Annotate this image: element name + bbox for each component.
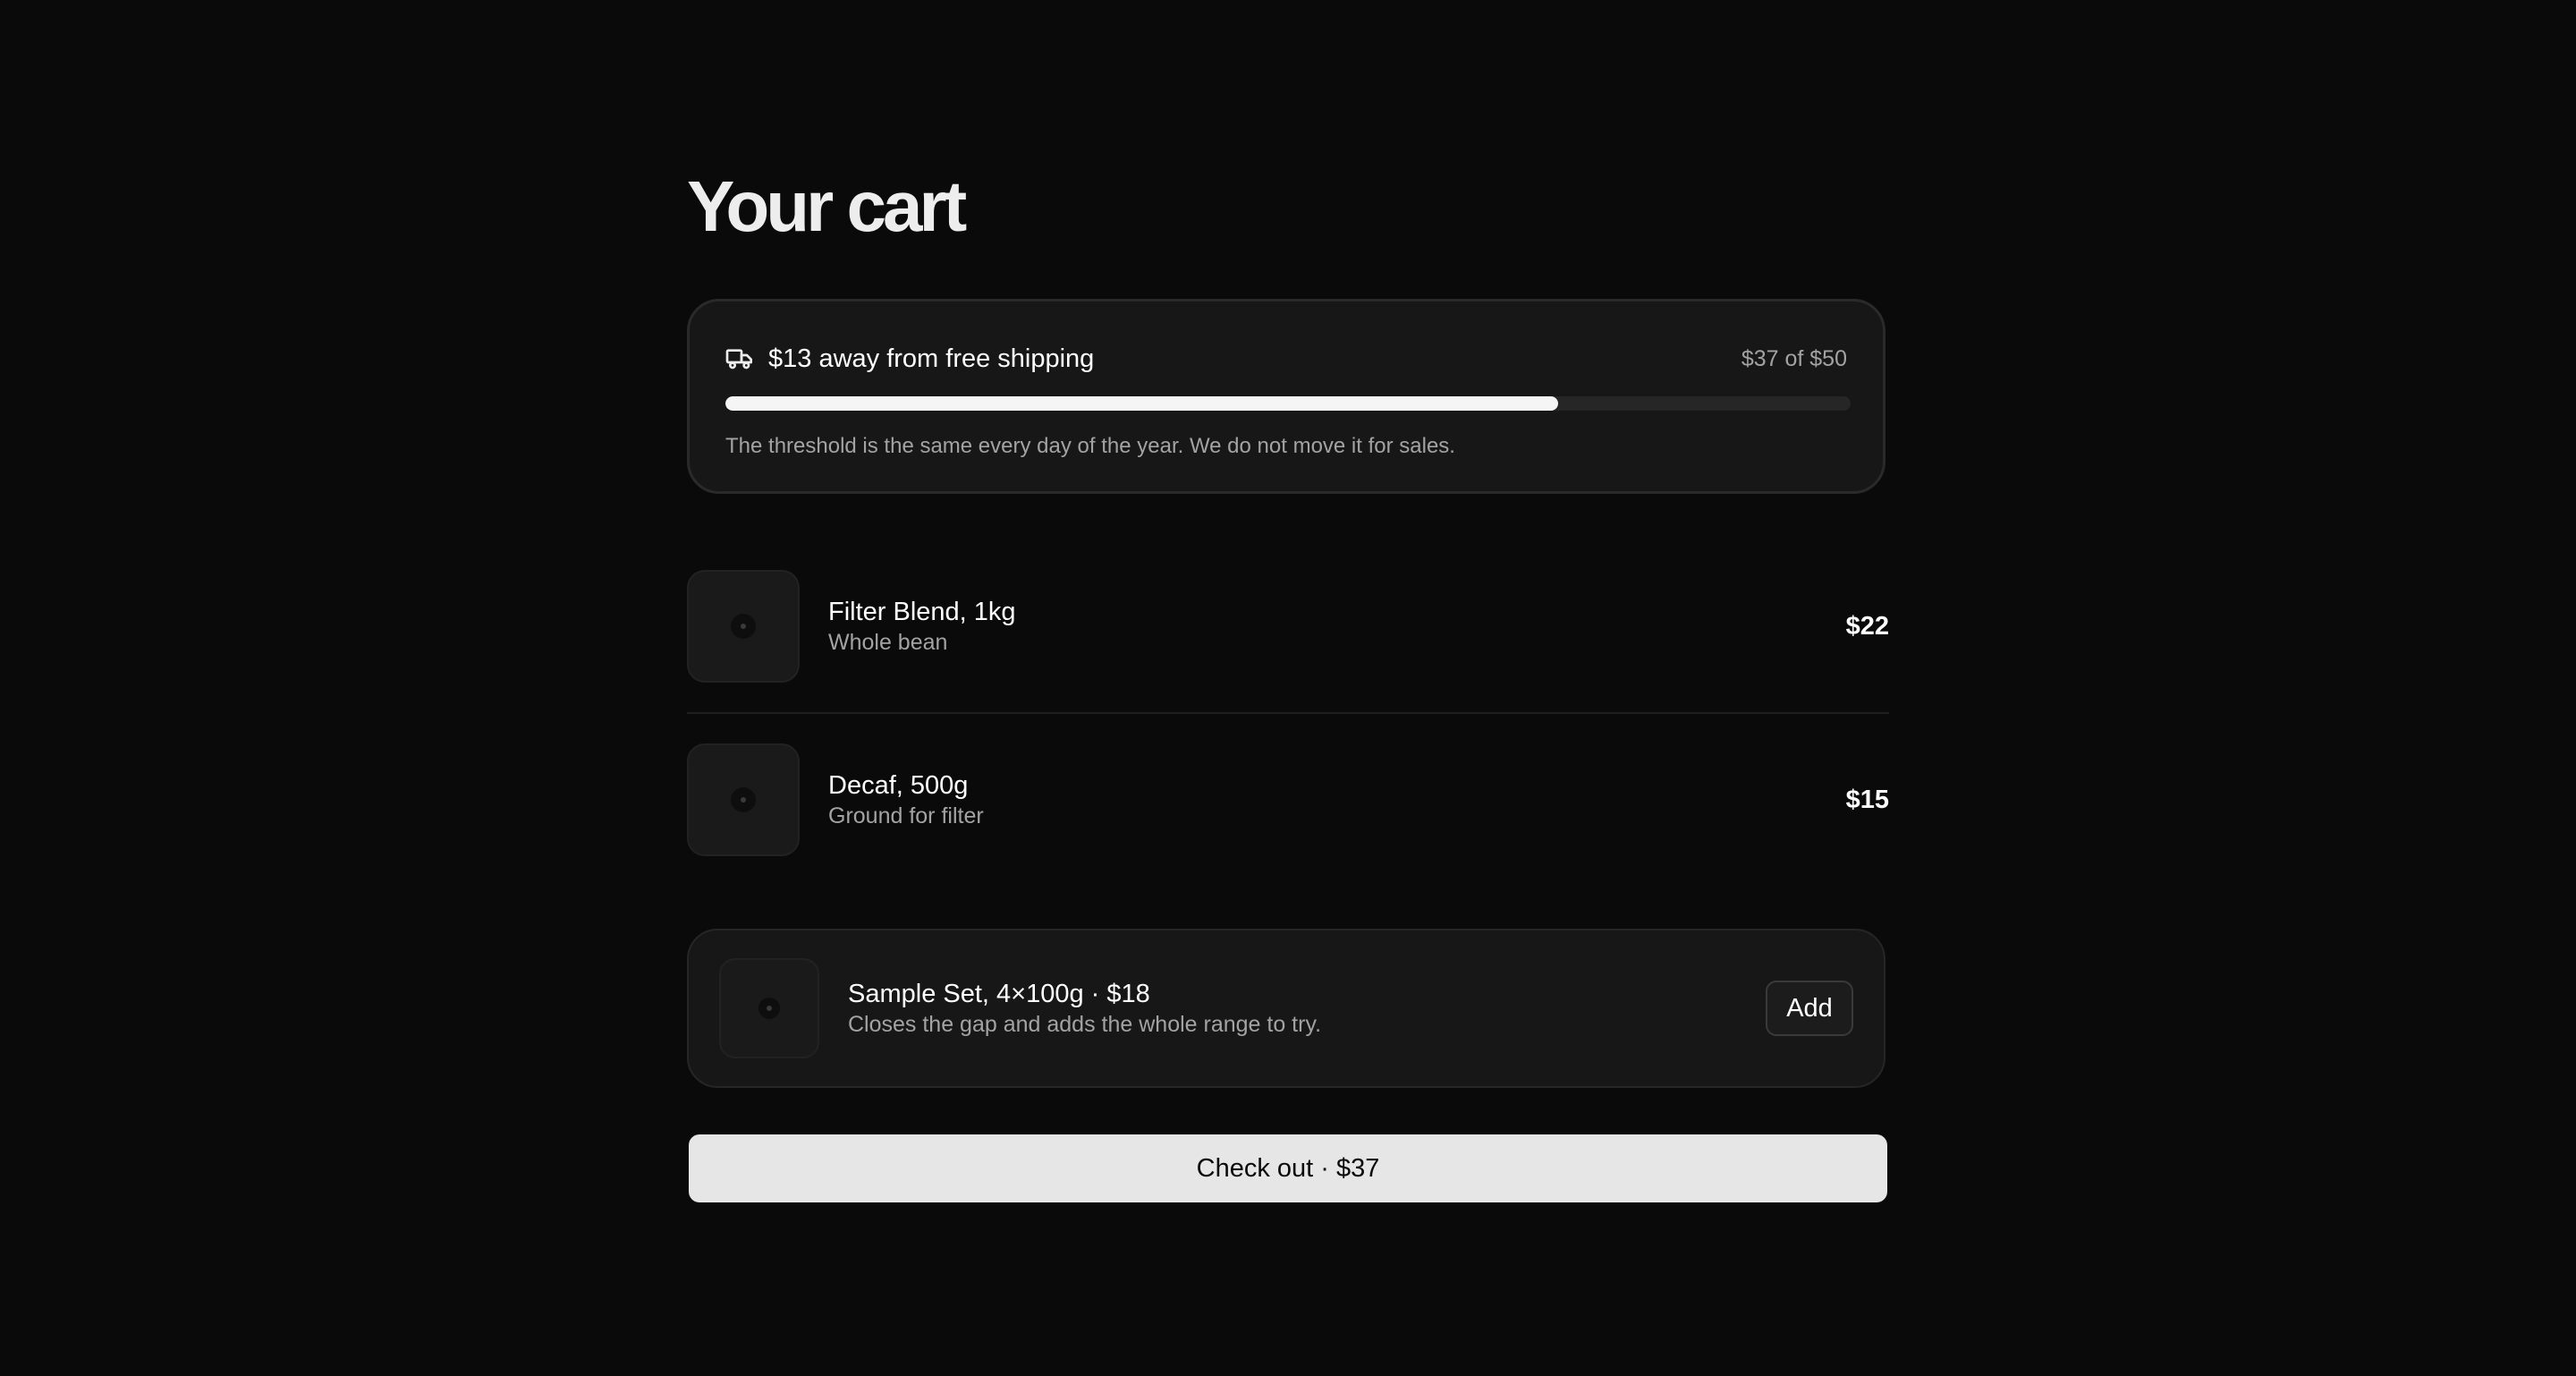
- product-thumbnail: [687, 570, 800, 683]
- cart-item-info: Filter Blend, 1kg Whole bean: [828, 596, 1846, 657]
- cart-item: Filter Blend, 1kg Whole bean $22: [687, 569, 1889, 684]
- shipping-progress-text: $37 of $50: [1741, 345, 1847, 371]
- shipping-note: The threshold is the same every day of t…: [725, 434, 1455, 458]
- shipping-progress-bar: [725, 396, 1851, 411]
- cart-item-variant: Whole bean: [828, 630, 948, 655]
- cart-item-price: $15: [1845, 785, 1889, 814]
- coffee-bag-icon: [731, 787, 756, 812]
- cart-item-price: $22: [1845, 611, 1889, 641]
- free-shipping-card: $13 away from free shipping $37 of $50 T…: [687, 299, 1885, 494]
- shipping-progress-fill: [725, 396, 1558, 411]
- cart-item: Decaf, 500g Ground for filter $15: [687, 743, 1889, 857]
- upsell-info: Sample Set, 4×100g · $18 Closes the gap …: [848, 978, 1766, 1039]
- cart-item-info: Decaf, 500g Ground for filter: [828, 769, 1846, 830]
- cart-item-variant: Ground for filter: [828, 803, 984, 828]
- upsell-title: Sample Set, 4×100g · $18: [848, 980, 1150, 1008]
- item-divider: [687, 712, 1889, 714]
- checkout-button[interactable]: Check out · $37: [689, 1134, 1887, 1202]
- coffee-bag-icon: [731, 614, 756, 639]
- shipping-header: $13 away from free shipping $37 of $50: [725, 341, 1847, 377]
- page-title: Your cart: [687, 166, 967, 246]
- product-thumbnail: [687, 743, 800, 856]
- cart-item-name: Decaf, 500g: [828, 771, 969, 800]
- truck-icon: [725, 344, 754, 373]
- upsell-description: Closes the gap and adds the whole range …: [848, 1012, 1322, 1037]
- coffee-bag-icon: [758, 998, 780, 1019]
- shipping-message-group: $13 away from free shipping: [725, 344, 1094, 374]
- upsell-card: Sample Set, 4×100g · $18 Closes the gap …: [687, 929, 1885, 1088]
- upsell-thumbnail: [719, 958, 819, 1058]
- shipping-message: $13 away from free shipping: [768, 344, 1095, 373]
- add-upsell-button[interactable]: Add: [1766, 981, 1853, 1036]
- cart-item-name: Filter Blend, 1kg: [828, 598, 1016, 626]
